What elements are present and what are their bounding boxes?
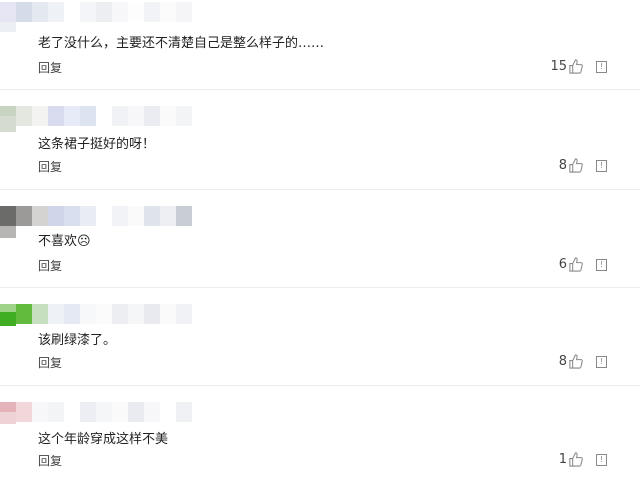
reply-link[interactable]: 回复 xyxy=(38,59,62,76)
comment-item: 这条裙子挺好的呀！ 回复 8 ! xyxy=(0,90,640,190)
thumbs-up-icon[interactable] xyxy=(568,257,583,272)
comment-text: 这条裙子挺好的呀！ xyxy=(38,137,156,152)
pixel-block xyxy=(16,206,32,226)
pixel-block xyxy=(144,106,160,126)
pixel-block xyxy=(144,304,160,324)
report-icon[interactable]: ! xyxy=(596,356,607,368)
pixel-block xyxy=(32,106,48,126)
comment-item: 该刷绿漆了。 回复 8 ! xyxy=(0,288,640,386)
reply-link[interactable]: 回复 xyxy=(38,354,62,371)
like-count: 8 xyxy=(558,354,567,369)
pixel-block xyxy=(16,2,32,22)
pixel-block xyxy=(32,206,48,226)
pixel-block xyxy=(112,2,128,22)
avatar xyxy=(0,226,16,238)
blurred-username xyxy=(0,2,192,22)
pixel-block xyxy=(128,304,144,324)
pixel-block xyxy=(32,304,48,324)
like-count: 6 xyxy=(558,257,567,272)
report-icon[interactable]: ! xyxy=(596,454,607,466)
comment-item: 不喜欢☹ 回复 6 ! xyxy=(0,190,640,288)
pixel-block xyxy=(160,304,176,324)
report-icon[interactable]: ! xyxy=(596,259,607,271)
report-icon[interactable]: ! xyxy=(596,160,607,172)
pixel-block xyxy=(176,2,192,22)
pixel-block xyxy=(80,106,96,126)
blurred-username xyxy=(0,206,192,226)
blurred-username xyxy=(0,304,192,324)
pixel-block xyxy=(128,2,144,22)
thumbs-up-icon[interactable] xyxy=(568,452,583,467)
pixel-block xyxy=(128,106,144,126)
pixel-block xyxy=(96,2,112,22)
pixel-block xyxy=(144,2,160,22)
comment-item: 这个年龄穿成这样不美 回复 1 ! xyxy=(0,386,640,479)
pixel-block xyxy=(112,402,128,422)
pixel-block xyxy=(112,304,128,324)
pixel-block xyxy=(80,304,96,324)
pixel-block xyxy=(128,402,144,422)
thumbs-up-icon[interactable] xyxy=(568,354,583,369)
avatar xyxy=(0,312,16,326)
report-icon[interactable]: ! xyxy=(596,61,607,73)
pixel-block xyxy=(160,402,176,422)
reply-link[interactable]: 回复 xyxy=(38,452,62,469)
pixel-block xyxy=(144,402,160,422)
like-count: 8 xyxy=(558,158,567,173)
pixel-block xyxy=(160,2,176,22)
pixel-block xyxy=(16,106,32,126)
pixel-block xyxy=(80,2,96,22)
pixel-block xyxy=(160,206,176,226)
pixel-block xyxy=(176,106,192,126)
pixel-block xyxy=(176,304,192,324)
pixel-block xyxy=(48,106,64,126)
avatar xyxy=(0,22,16,32)
pixel-block xyxy=(96,206,112,226)
pixel-block xyxy=(64,304,80,324)
comment-item: 老了没什么，主要还不清楚自己是整么样子的…… 回复 15 ! xyxy=(0,0,640,90)
pixel-block xyxy=(80,206,96,226)
pixel-block xyxy=(96,304,112,324)
pixel-block xyxy=(96,402,112,422)
pixel-block xyxy=(64,2,80,22)
comment-text: 这个年龄穿成这样不美 xyxy=(38,432,169,447)
pixel-block xyxy=(48,402,64,422)
pixel-block xyxy=(0,2,16,22)
pixel-block xyxy=(64,106,80,126)
pixel-block xyxy=(176,402,192,422)
pixel-block xyxy=(144,206,160,226)
thumbs-up-icon[interactable] xyxy=(568,59,583,74)
pixel-block xyxy=(64,402,80,422)
thumbs-up-icon[interactable] xyxy=(568,158,583,173)
pixel-block xyxy=(16,304,32,324)
avatar xyxy=(0,116,16,132)
pixel-block xyxy=(48,206,64,226)
pixel-block xyxy=(48,2,64,22)
comment-text: 该刷绿漆了。 xyxy=(38,333,117,348)
pixel-block xyxy=(0,206,16,226)
pixel-block xyxy=(176,206,192,226)
comment-text: 老了没什么，主要还不清楚自己是整么样子的…… xyxy=(38,36,325,51)
pixel-block xyxy=(32,402,48,422)
pixel-block xyxy=(16,402,32,422)
like-count: 15 xyxy=(550,59,567,74)
pixel-block xyxy=(160,106,176,126)
like-count: 1 xyxy=(558,452,567,467)
pixel-block xyxy=(112,106,128,126)
pixel-block xyxy=(64,206,80,226)
blurred-username xyxy=(0,106,192,126)
comment-feed: 老了没什么，主要还不清楚自己是整么样子的…… 回复 15 ! 这条裙子挺好的呀！… xyxy=(0,0,640,479)
reply-link[interactable]: 回复 xyxy=(38,158,62,175)
comment-text: 不喜欢☹ xyxy=(38,234,91,249)
avatar xyxy=(0,412,16,424)
pixel-block xyxy=(48,304,64,324)
pixel-block xyxy=(80,402,96,422)
blurred-username xyxy=(0,402,192,422)
pixel-block xyxy=(32,2,48,22)
pixel-block xyxy=(112,206,128,226)
pixel-block xyxy=(128,206,144,226)
pixel-block xyxy=(96,106,112,126)
reply-link[interactable]: 回复 xyxy=(38,257,62,274)
